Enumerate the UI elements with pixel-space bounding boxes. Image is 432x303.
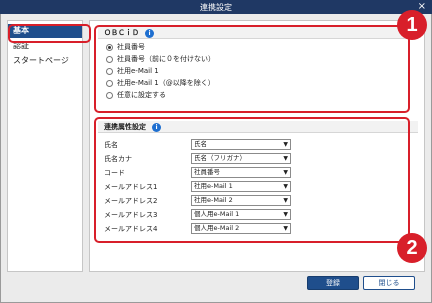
- highlight-sidebar-basic: [8, 24, 91, 43]
- highlight-obcid-panel: [94, 25, 410, 113]
- sidebar: 基本 認証 スタートページ: [7, 20, 83, 272]
- sidebar-item-startpage[interactable]: スタートページ: [8, 54, 82, 68]
- register-button[interactable]: 登録: [307, 276, 359, 290]
- callout-badge-2: 2: [397, 233, 427, 263]
- close-button[interactable]: 閉じる: [363, 276, 415, 290]
- window-title: 連携設定: [200, 3, 232, 12]
- callout-badge-1: 1: [397, 10, 427, 40]
- title-bar: 連携設定 ×: [0, 0, 432, 14]
- highlight-attribute-panel: [94, 117, 410, 243]
